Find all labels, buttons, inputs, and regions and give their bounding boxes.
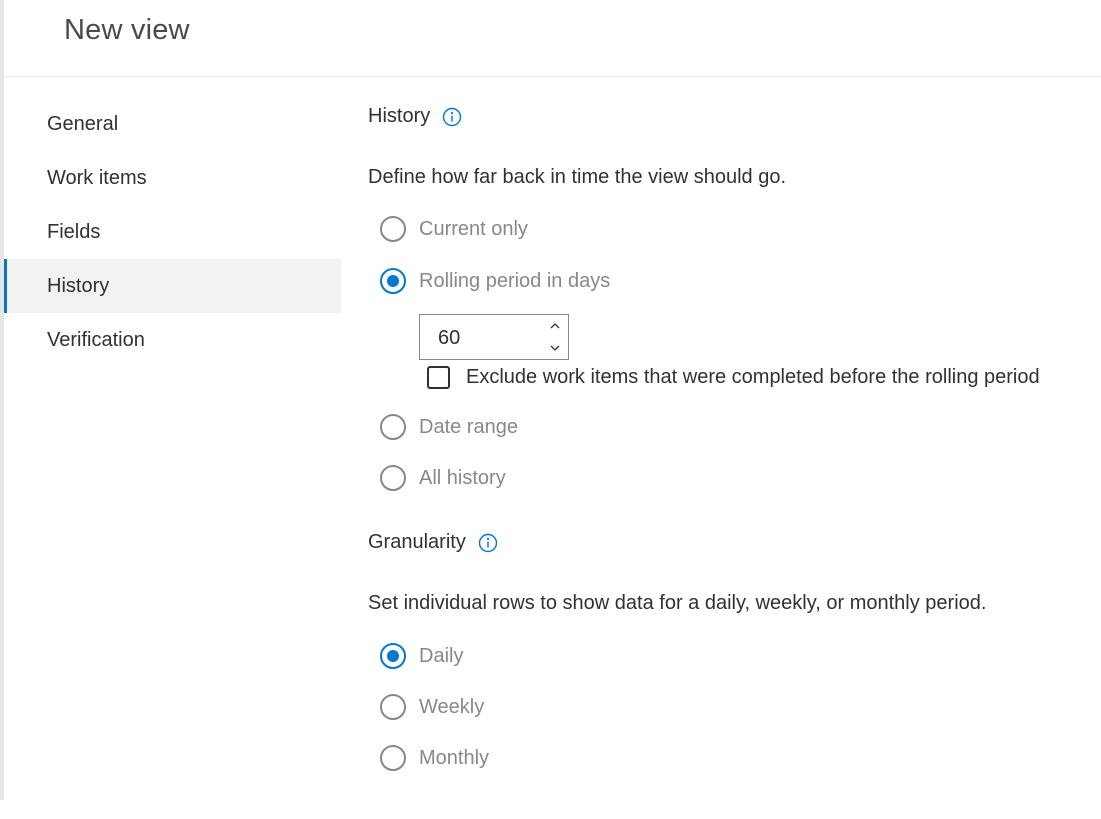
radio-all-history[interactable]: All history [380, 465, 506, 491]
checkbox-box[interactable] [427, 366, 450, 389]
radio-rolling-period[interactable]: Rolling period in days [380, 268, 610, 294]
radio-circle[interactable] [380, 694, 406, 720]
radio-circle-selected[interactable] [380, 643, 406, 669]
history-title-label: History [368, 105, 431, 127]
nav-item-general[interactable]: General [4, 97, 341, 151]
radio-label: Current only [419, 217, 528, 240]
radio-label: Rolling period in days [419, 269, 611, 292]
radio-circle[interactable] [380, 465, 406, 491]
info-icon[interactable] [442, 107, 462, 127]
radio-weekly[interactable]: Weekly [380, 694, 484, 720]
radio-circle[interactable] [380, 216, 406, 242]
radio-date-range[interactable]: Date range [380, 414, 518, 440]
rolling-days-spinbutton[interactable]: 60 [419, 314, 569, 360]
nav-item-verification[interactable]: Verification [4, 313, 341, 367]
granularity-section-title: Granularity [368, 531, 498, 554]
info-icon[interactable] [478, 533, 498, 553]
nav-item-work-items[interactable]: Work items [4, 151, 341, 205]
exclude-completed-checkbox[interactable]: Exclude work items that were completed b… [427, 366, 1040, 389]
radio-label: All history [419, 466, 506, 489]
radio-label: Monthly [419, 746, 490, 769]
radio-current-only[interactable]: Current only [380, 216, 528, 242]
chevron-down-icon[interactable] [550, 345, 560, 351]
radio-label: Weekly [419, 695, 485, 718]
history-section-title: History [368, 105, 462, 128]
radio-monthly[interactable]: Monthly [380, 745, 489, 771]
chevron-up-icon[interactable] [550, 323, 560, 329]
page-title: New view [64, 14, 190, 46]
sidebar-nav: General Work items Fields History Verifi… [4, 97, 341, 367]
spin-arrows [548, 317, 562, 357]
radio-circle[interactable] [380, 414, 406, 440]
rolling-days-value[interactable]: 60 [438, 315, 460, 361]
nav-item-fields[interactable]: Fields [4, 205, 341, 259]
checkbox-label: Exclude work items that were completed b… [466, 366, 1040, 388]
history-description: Define how far back in time the view sho… [368, 166, 786, 188]
granularity-title-label: Granularity [368, 531, 466, 553]
nav-item-history[interactable]: History [4, 259, 341, 313]
radio-daily[interactable]: Daily [380, 643, 463, 669]
radio-label: Date range [419, 415, 518, 438]
radio-circle[interactable] [380, 745, 406, 771]
granularity-description: Set individual rows to show data for a d… [368, 592, 987, 614]
header: New view [4, 0, 1101, 77]
radio-circle-selected[interactable] [380, 268, 406, 294]
radio-label: Daily [419, 644, 464, 667]
